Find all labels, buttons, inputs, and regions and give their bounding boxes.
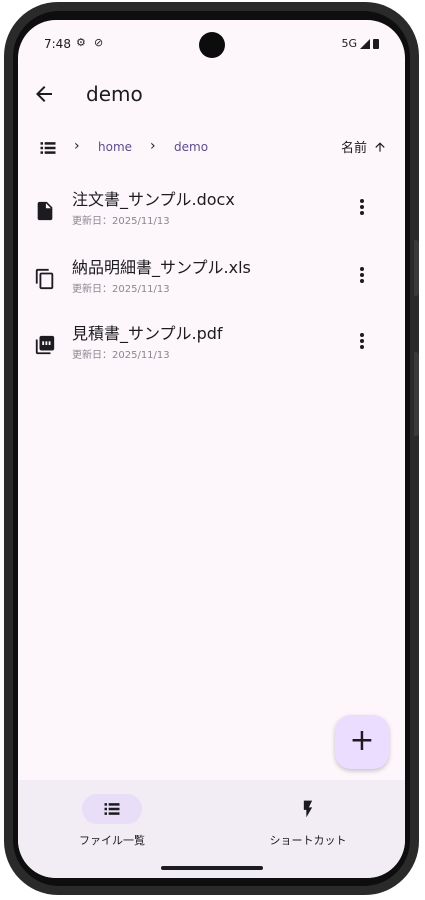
app-bar: demo — [18, 72, 405, 116]
file-updated-date: 更新日：2025/11/13 — [72, 284, 170, 295]
home-indicator[interactable] — [161, 866, 263, 870]
file-name: 見積書_サンプル.pdf — [72, 324, 223, 343]
signal-icon — [360, 38, 370, 49]
power-button — [414, 352, 419, 436]
copy-icon — [35, 268, 54, 290]
sort-label: 名前 — [340, 141, 367, 156]
more-vert-icon[interactable] — [353, 264, 371, 286]
nav-item-shortcut[interactable]: ショートカット — [228, 792, 388, 852]
add-fab-button[interactable]: + — [335, 715, 389, 769]
chevron-right-icon: › — [74, 138, 80, 154]
sort-button[interactable]: 名前 — [341, 137, 387, 156]
do-not-disturb-icon: ⊘ — [94, 36, 104, 49]
status-right: 5G — [341, 37, 379, 50]
front-camera — [199, 32, 225, 58]
plus-icon: + — [349, 723, 375, 758]
file-row[interactable]: 注文書_サンプル.docx 更新日：2025/11/13 — [18, 186, 405, 244]
breadcrumb-demo[interactable]: demo — [174, 140, 208, 154]
network-type: 5G — [341, 37, 357, 50]
breadcrumb-home[interactable]: home — [98, 140, 132, 154]
battery-icon — [373, 38, 379, 49]
nav-label: ファイル一覧 — [79, 834, 145, 847]
file-name: 注文書_サンプル.docx — [72, 190, 235, 209]
document-icon — [37, 201, 53, 221]
file-row[interactable]: 見積書_サンプル.pdf 更新日：2025/11/13 — [18, 320, 405, 378]
file-name: 納品明細書_サンプル.xls — [72, 258, 251, 277]
status-time: 7:48 — [44, 37, 71, 51]
more-vert-icon[interactable] — [353, 196, 371, 218]
status-bar: 7:48 ⚙ ⊘ 5G — [18, 20, 405, 68]
nav-item-file-list[interactable]: ファイル一覧 — [32, 792, 192, 852]
volume-button — [414, 240, 419, 296]
breadcrumb: › home › demo 名前 — [18, 134, 405, 162]
chevron-right-icon: › — [150, 138, 156, 154]
file-row[interactable]: 納品明細書_サンプル.xls 更新日：2025/11/13 — [18, 254, 405, 312]
file-updated-date: 更新日：2025/11/13 — [72, 216, 170, 227]
page-title: demo — [86, 82, 143, 106]
pdf-icon — [35, 335, 55, 355]
settings-icon: ⚙ — [76, 36, 86, 49]
screen: 7:48 ⚙ ⊘ 5G demo › home › demo 名前 注文書_サン… — [18, 20, 405, 878]
arrow-up-icon — [375, 141, 385, 152]
more-vert-icon[interactable] — [353, 330, 371, 352]
list-icon — [104, 803, 120, 815]
bottom-navigation: ファイル一覧 ショートカット — [18, 780, 405, 878]
back-arrow-icon[interactable] — [32, 82, 56, 106]
bolt-icon — [303, 800, 313, 818]
list-view-icon[interactable] — [38, 138, 58, 158]
file-updated-date: 更新日：2025/11/13 — [72, 350, 170, 361]
nav-label: ショートカット — [269, 834, 347, 847]
